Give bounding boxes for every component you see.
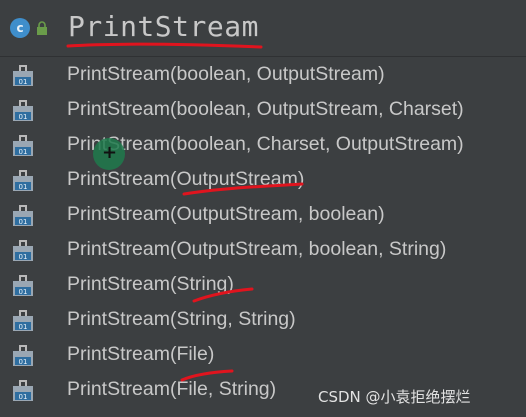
crosshair-cursor-icon: + [102, 142, 118, 163]
constructor-label: PrintStream(OutputStream, boolean, Strin… [67, 238, 447, 260]
list-item[interactable]: 01 PrintStream(OutputStream, boolean, St… [0, 233, 526, 268]
method-locked-icon: 01 [13, 65, 33, 86]
underline-annotation [180, 369, 234, 382]
svg-text:01: 01 [19, 358, 28, 366]
class-icon: c [10, 18, 30, 38]
method-locked-icon: 01 [13, 345, 33, 366]
svg-text:01: 01 [19, 393, 28, 401]
svg-text:01: 01 [19, 253, 28, 261]
watermark: CSDN @小袁拒绝摆烂 [318, 388, 471, 406]
constructor-label: PrintStream(OutputStream, boolean) [67, 203, 385, 225]
method-locked-icon: 01 [13, 310, 33, 331]
svg-text:01: 01 [19, 113, 28, 121]
method-locked-icon: 01 [13, 380, 33, 401]
underline-annotation [182, 182, 304, 196]
list-item[interactable]: 01 PrintStream(String) [0, 268, 526, 303]
method-locked-icon: 01 [13, 275, 33, 296]
method-locked-icon: 01 [13, 240, 33, 261]
constructor-label: PrintStream(boolean, Charset, OutputStre… [67, 133, 464, 155]
svg-text:01: 01 [19, 183, 28, 191]
constructor-label: PrintStream(boolean, OutputStream, Chars… [67, 98, 464, 120]
constructor-label: PrintStream(String, String) [67, 308, 296, 330]
lock-icon [37, 21, 47, 35]
svg-text:01: 01 [19, 288, 28, 296]
svg-text:01: 01 [19, 323, 28, 331]
constructor-label: PrintStream(File, String) [67, 378, 277, 400]
method-locked-icon: 01 [13, 170, 33, 191]
list-item[interactable]: 01 PrintStream(File) [0, 338, 526, 373]
title-underline-annotation [66, 42, 263, 49]
structure-popup: c PrintStream 01 PrintStream(boolean, Ou… [0, 0, 526, 417]
method-locked-icon: 01 [13, 135, 33, 156]
svg-text:01: 01 [19, 78, 28, 86]
list-item[interactable]: 01 PrintStream(String, String) [0, 303, 526, 338]
svg-text:01: 01 [19, 148, 28, 156]
svg-text:01: 01 [19, 218, 28, 226]
underline-annotation [192, 287, 254, 303]
method-locked-icon: 01 [13, 205, 33, 226]
popup-header: c PrintStream [0, 0, 526, 57]
list-item[interactable]: 01 PrintStream(boolean, OutputStream, Ch… [0, 93, 526, 128]
constructor-label: PrintStream(File) [67, 343, 215, 365]
list-item[interactable]: 01 PrintStream(boolean, OutputStream) [0, 58, 526, 93]
list-item[interactable]: 01 PrintStream(boolean, Charset, OutputS… [0, 128, 526, 163]
constructor-label: PrintStream(boolean, OutputStream) [67, 63, 385, 85]
class-title: PrintStream [68, 10, 259, 43]
method-locked-icon: 01 [13, 100, 33, 121]
